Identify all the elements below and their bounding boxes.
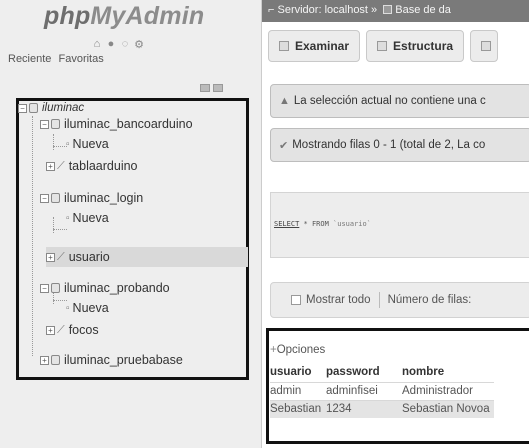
navigation-bar: Mostrar todo Número de filas: [270, 282, 529, 318]
recent-favorites-tabs: Reciente Favoritas [8, 53, 108, 65]
table-cell: adminfisei [326, 381, 402, 400]
rows-count-label: Número de filas: [387, 294, 472, 306]
tree-db-iluminac-login[interactable]: − iluminac_login [40, 188, 143, 208]
warning-notice: ▲ La selección actual no contiene una c [270, 84, 529, 118]
tab-sql[interactable] [470, 30, 499, 62]
exit-icon[interactable]: ● [106, 38, 116, 51]
table-tabs: Examinar Estructura [268, 30, 499, 62]
tree-table-tablaarduino[interactable]: + ⟋ tablaarduino [46, 156, 138, 176]
table-cell: Sebastian Novoa [402, 399, 494, 418]
success-notice: ✔ Mostrando filas 0 - 1 (total de 2, La … [270, 128, 529, 162]
expand-icon[interactable]: + [46, 161, 55, 171]
structure-icon [377, 41, 388, 51]
tree-new-table[interactable]: ▫ Nueva [66, 298, 109, 318]
database-icon [29, 103, 38, 113]
tab-browse[interactable]: Examinar [268, 30, 361, 62]
table-header-row: usuario password nombre [270, 364, 494, 382]
table-cell: Sebastian [270, 399, 326, 418]
breadcrumb-db[interactable]: Base de da [395, 4, 451, 16]
tree-db-iluminac-bancoarduino[interactable]: − iluminac_bancoarduino [40, 114, 193, 134]
main-panel: ⌐ Servidor: localhost » Base de da Exami… [261, 0, 529, 448]
expand-icon[interactable]: + [46, 325, 55, 335]
sql-query-text[interactable]: SELECT * FROM `usuario` [274, 220, 371, 228]
expand-icon[interactable]: + [46, 252, 55, 262]
home-icon[interactable]: ⌂ [92, 38, 102, 51]
collapse-icon[interactable]: − [40, 283, 49, 293]
result-table: usuario password nombre admin adminfisei… [270, 364, 494, 418]
new-table-icon: ▫ [66, 138, 70, 150]
checkmark-icon: ✔ [279, 139, 289, 152]
breadcrumb-server[interactable]: Servidor: localhost » [278, 4, 378, 16]
navigation-panel: phpMyAdmin ⌂ ● ◌ ⚙ Reciente Favoritas − … [0, 0, 261, 448]
tab-structure[interactable]: Estructura [366, 30, 465, 62]
show-all-checkbox[interactable] [291, 295, 301, 305]
tree-db-iluminac-probando[interactable]: − iluminac_probando [40, 278, 170, 298]
browse-icon [279, 41, 289, 51]
table-icon: ⟋ [57, 323, 65, 336]
settings-icon[interactable]: ⚙ [134, 38, 144, 51]
column-header-nombre[interactable]: nombre [402, 364, 494, 382]
tree-controls [200, 84, 223, 92]
table-cell: 1234 [326, 399, 402, 418]
table-cell: Administrador [402, 381, 494, 400]
new-table-icon: ▫ [66, 212, 70, 224]
database-icon [51, 119, 60, 129]
tree-table-focos[interactable]: + ⟋ focos [46, 320, 99, 340]
help-icon[interactable]: ◌ [120, 38, 130, 51]
database-icon [51, 355, 60, 365]
collapse-icon[interactable]: − [18, 103, 27, 113]
collapse-all-icon[interactable] [200, 84, 210, 92]
collapse-icon[interactable]: − [40, 119, 49, 129]
database-icon [51, 193, 60, 203]
sql-icon [481, 41, 492, 51]
tab-favorites[interactable]: Favoritas [58, 53, 103, 65]
show-all-label[interactable]: Mostrar todo [306, 294, 371, 306]
table-row[interactable]: admin adminfisei Administrador [270, 381, 494, 400]
column-header-usuario[interactable]: usuario [270, 364, 326, 382]
table-icon: ⟋ [57, 159, 65, 172]
table-cell: admin [270, 381, 326, 400]
column-header-password[interactable]: password [326, 364, 402, 382]
server-icon: ⌐ [268, 4, 275, 16]
database-icon [51, 283, 60, 293]
warning-icon: ▲ [279, 95, 290, 107]
tab-recent[interactable]: Reciente [8, 53, 51, 65]
collapse-icon[interactable]: − [40, 193, 49, 203]
link-with-main-icon[interactable] [213, 84, 223, 92]
phpmyadmin-logo[interactable]: phpMyAdmin [44, 2, 204, 31]
table-row[interactable]: Sebastian 1234 Sebastian Novoa [270, 399, 494, 418]
divider [378, 292, 380, 308]
tree-table-usuario[interactable]: + ⟋ usuario [46, 247, 248, 267]
table-icon: ⟋ [57, 250, 65, 263]
new-table-icon: ▫ [66, 302, 70, 314]
breadcrumb: ⌐ Servidor: localhost » Base de da [262, 0, 529, 22]
tree-db-iluminac-pruebabase[interactable]: + iluminac_pruebabase [40, 350, 183, 370]
options-toggle[interactable]: +Opciones [270, 344, 325, 356]
quick-links: ⌂ ● ◌ ⚙ [92, 38, 144, 51]
database-icon [383, 5, 393, 14]
tree-new-table[interactable]: ▫ Nueva [66, 134, 109, 154]
expand-icon[interactable]: + [40, 355, 49, 365]
tree-new-table[interactable]: ▫ Nueva [66, 208, 109, 228]
